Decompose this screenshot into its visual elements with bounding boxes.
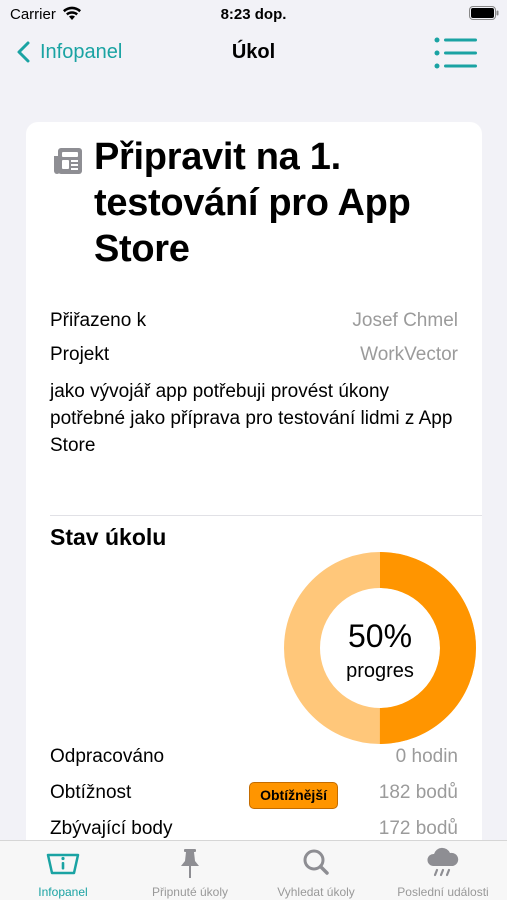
progress-percent: 50% [347,618,413,654]
tab-pinned-tasks[interactable]: Připnuté úkoly [127,841,253,900]
project-value: WorkVector [360,344,458,365]
newspaper-icon [54,148,82,174]
tab-label: Poslední události [397,885,489,899]
tab-label: Připnuté úkoly [151,885,229,899]
project-row: Projekt WorkVector [50,344,458,370]
status-section-title: Stav úkolu [50,524,167,550]
pin-icon [181,849,199,878]
assigned-value: Josef Chmel [352,310,458,331]
navigation-bar: Infopanel Úkol [0,30,507,74]
difficulty-badge: Obtížnější [249,782,338,809]
cloud-rain-icon [427,847,459,877]
task-title: Připravit na 1. testování pro App Store [94,136,411,270]
progress-center: 50% progres [284,552,476,744]
worked-row: Odpracováno 0 hodin [50,746,458,772]
task-description: jako vývojář app potřebuji provést úkony… [50,381,453,456]
page-title: Úkol [231,41,276,63]
assigned-row: Přiřazeno k Josef Chmel [50,310,458,336]
section-divider [50,515,482,516]
assigned-label: Přiřazeno k [50,310,147,331]
progress-label: progres [346,660,414,682]
remaining-value: 172 bodů [378,818,458,839]
tab-infopanel[interactable]: Infopanel [0,841,126,900]
dashboard-icon [46,853,80,875]
tab-label: Infopanel [38,885,88,899]
clock: 8:23 dop. [220,6,287,23]
status-bar: Carrier 8:23 dop. [0,0,507,28]
difficulty-row: Obtížnost Obtížnější 182 bodů [50,782,458,809]
battery-icon [469,6,499,20]
worked-value: 0 hodin [395,746,458,767]
search-icon [303,849,329,875]
remaining-label: Zbývající body [50,818,173,839]
difficulty-value: 182 bodů [378,782,458,803]
project-label: Projekt [50,344,110,365]
difficulty-label: Obtížnost [50,782,132,803]
tab-search-tasks[interactable]: Vyhledat úkoly [253,841,379,900]
tab-recent-events[interactable]: Poslední události [380,841,506,900]
tab-label: Vyhledat úkoly [277,885,355,899]
task-card: Připravit na 1. testování pro App Store … [26,122,482,882]
menu-list-icon[interactable] [433,34,479,72]
tab-bar: Infopanel Připnuté úkoly Vyhledat úkoly … [0,840,507,900]
worked-label: Odpracováno [50,746,165,767]
